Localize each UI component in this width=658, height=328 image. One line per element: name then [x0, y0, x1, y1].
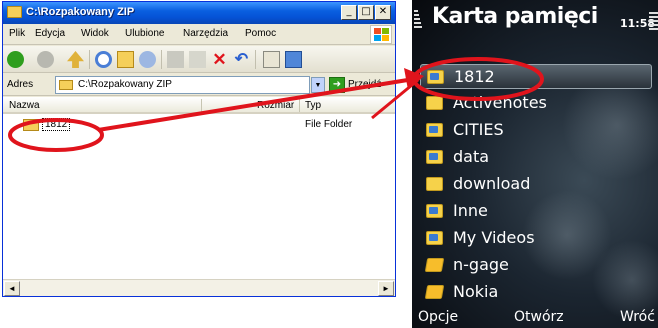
folder-item-data[interactable]: data — [420, 145, 652, 170]
column-name[interactable]: Nazwa — [9, 100, 40, 111]
open-folder-icon — [424, 285, 445, 299]
column-type[interactable]: Typ — [305, 100, 321, 111]
menu-plik[interactable]: Plik — [9, 28, 25, 39]
go-button-label[interactable]: Przejdź — [348, 79, 381, 90]
softkey-back[interactable]: Wróć — [620, 309, 655, 325]
menu-ulubione[interactable]: Ulubione — [125, 28, 164, 39]
phone-screen: Karta pamięci 11:58 1812 Activenotes CIT… — [412, 0, 658, 328]
back-icon[interactable] — [7, 51, 24, 68]
folder-label: CITIES — [453, 120, 504, 139]
address-bar: Adres C:\Rozpakowany ZIP ▼ ➜ Przejdź — [3, 74, 395, 96]
folder-item-n-gage[interactable]: n-gage — [420, 253, 652, 278]
menu-edycja[interactable]: Edycja — [35, 28, 65, 39]
explorer-window: C:\Rozpakowany ZIP _ □ ✕ Plik Edycja Wid… — [2, 1, 396, 297]
softkey-open[interactable]: Otwórz — [514, 309, 564, 325]
scroll-left-button[interactable]: ◄ — [4, 281, 20, 296]
move-to-icon[interactable] — [167, 51, 184, 68]
folder-icon — [59, 80, 73, 90]
windows-logo-icon — [370, 25, 392, 44]
views-icon[interactable] — [285, 51, 302, 68]
folder-badge-icon — [429, 126, 438, 133]
address-input[interactable]: C:\Rozpakowany ZIP — [55, 76, 310, 94]
folder-label: Activenotes — [453, 93, 547, 112]
search-icon[interactable] — [95, 51, 112, 68]
minimize-button[interactable]: _ — [341, 5, 357, 20]
file-type: File Folder — [305, 119, 353, 130]
menu-narzedzia[interactable]: Narzędzia — [183, 28, 228, 39]
open-folder-icon — [424, 258, 445, 272]
menu-bar: Plik Edycja Widok Ulubione Narzędzia Pom… — [3, 24, 395, 45]
properties-icon[interactable] — [263, 51, 280, 68]
folder-badge-icon — [429, 234, 438, 241]
up-folder-icon[interactable] — [67, 51, 84, 68]
softkey-options[interactable]: Opcje — [418, 309, 458, 325]
folder-label: download — [453, 174, 531, 193]
folder-item-nokia[interactable]: Nokia — [420, 280, 652, 305]
delete-icon[interactable]: ✕ — [211, 51, 228, 68]
maximize-button[interactable]: □ — [358, 5, 374, 20]
battery-icon — [649, 12, 658, 32]
folder-badge-icon — [429, 207, 438, 214]
file-name[interactable]: 1812 — [42, 118, 71, 131]
folder-icon — [426, 177, 443, 191]
folders-icon[interactable] — [117, 51, 134, 68]
folder-label: data — [453, 147, 490, 166]
forward-icon[interactable] — [37, 51, 54, 68]
toolbar: ✕ ↶ — [3, 46, 395, 73]
phone-title: Karta pamięci — [432, 4, 598, 29]
window-title: C:\Rozpakowany ZIP — [26, 6, 135, 18]
toolbar-separator — [255, 50, 256, 69]
table-row[interactable]: 1812 File Folder — [3, 117, 395, 133]
history-icon[interactable] — [139, 51, 156, 68]
signal-icon — [414, 10, 424, 38]
column-separator[interactable] — [201, 99, 202, 112]
folder-label: 1812 — [454, 67, 495, 86]
softkey-bar: Opcje Otwórz Wróć — [412, 304, 658, 328]
scroll-right-button[interactable]: ► — [378, 281, 394, 296]
folder-item-download[interactable]: download — [420, 172, 652, 197]
undo-icon[interactable]: ↶ — [233, 51, 250, 68]
title-bar[interactable]: C:\Rozpakowany ZIP _ □ ✕ — [3, 2, 395, 24]
folder-label: n-gage — [453, 255, 509, 274]
folder-icon — [23, 119, 39, 131]
address-value: C:\Rozpakowany ZIP — [78, 79, 172, 90]
column-separator[interactable] — [299, 99, 300, 112]
menu-pomoc[interactable]: Pomoc — [245, 28, 276, 39]
folder-icon — [7, 6, 22, 18]
address-dropdown-button[interactable]: ▼ — [311, 77, 325, 93]
folder-item-cities[interactable]: CITIES — [420, 118, 652, 143]
horizontal-scrollbar[interactable]: ◄ ► — [3, 279, 395, 296]
folder-label: My Videos — [453, 228, 535, 247]
column-size[interactable]: Rozmiar — [257, 100, 294, 111]
go-icon[interactable]: ➜ — [329, 77, 345, 93]
copy-to-icon[interactable] — [189, 51, 206, 68]
close-button[interactable]: ✕ — [375, 5, 391, 20]
menu-widok[interactable]: Widok — [81, 28, 109, 39]
folder-label: Inne — [453, 201, 488, 220]
address-label: Adres — [7, 79, 34, 90]
toolbar-separator — [161, 50, 162, 69]
folder-item-1812[interactable]: 1812 — [420, 64, 652, 89]
list-header: Nazwa Rozmiar Typ — [3, 97, 395, 114]
folder-item-my-videos[interactable]: My Videos — [420, 226, 652, 251]
folder-item-activenotes[interactable]: Activenotes — [420, 91, 652, 116]
folder-badge-icon — [430, 73, 439, 80]
toolbar-separator — [89, 50, 90, 69]
folder-badge-icon — [429, 153, 438, 160]
folder-item-inne[interactable]: Inne — [420, 199, 652, 224]
folder-label: Nokia — [453, 282, 499, 301]
file-list: Nazwa Rozmiar Typ 1812 File Folder — [3, 97, 395, 279]
folder-icon — [426, 96, 443, 110]
